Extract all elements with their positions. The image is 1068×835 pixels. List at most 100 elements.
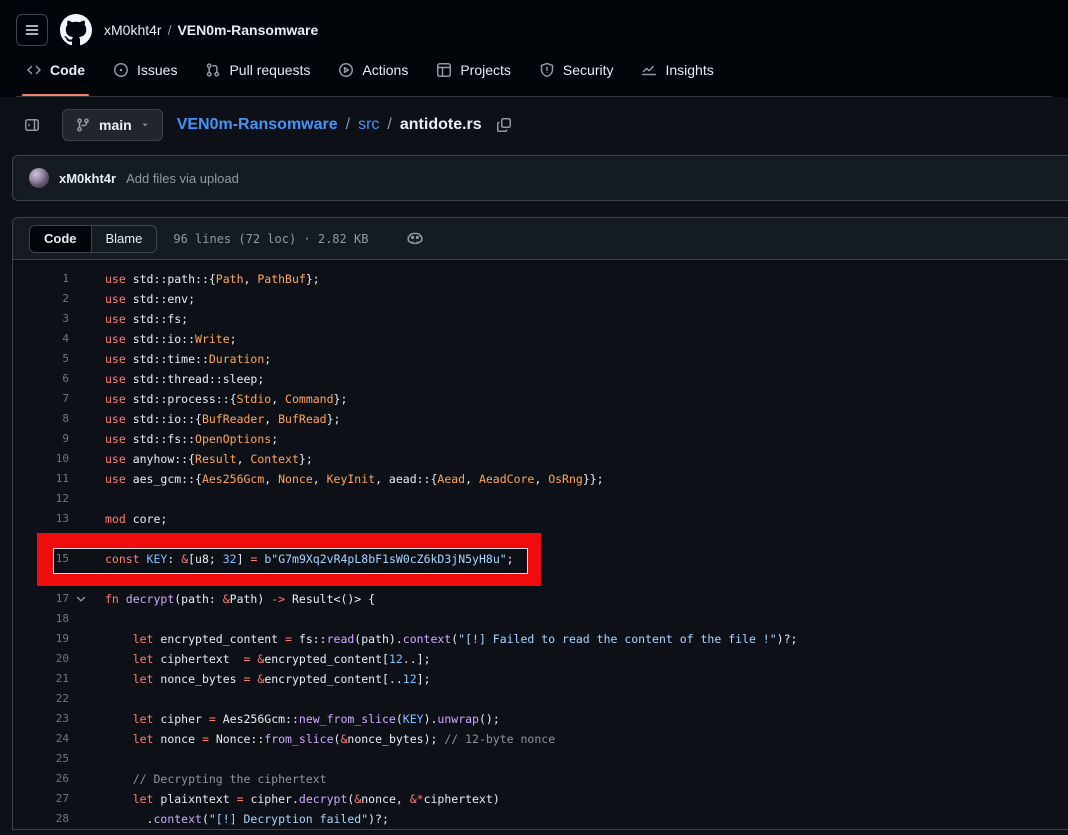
code-row: 12: [13, 489, 1068, 509]
copilot-button[interactable]: [406, 230, 424, 248]
code-row: 14: [13, 529, 1068, 549]
code-row: 16: [13, 569, 1068, 589]
line-number[interactable]: 6: [13, 369, 69, 389]
hamburger-menu-button[interactable]: [16, 14, 48, 46]
copy-icon: [496, 117, 512, 133]
fold-spacer: [69, 709, 93, 729]
line-number[interactable]: 14: [13, 529, 69, 549]
breadcrumb-dir-link[interactable]: src: [358, 116, 379, 134]
breadcrumb-file-name: antidote.rs: [400, 116, 482, 134]
tab-issues[interactable]: Issues: [103, 56, 187, 96]
commit-author-link[interactable]: xM0kht4r: [59, 171, 116, 186]
github-logo-icon: [60, 14, 92, 46]
avatar[interactable]: [29, 168, 49, 188]
line-number[interactable]: 24: [13, 729, 69, 749]
line-number[interactable]: 17: [13, 589, 69, 609]
branch-name: main: [99, 117, 132, 133]
triangle-down-icon: [140, 120, 150, 130]
tab-insights[interactable]: Insights: [631, 56, 723, 96]
github-logo[interactable]: [60, 14, 92, 46]
code-toolbar: Code Blame 96 lines (72 loc) · 2.82 KB: [13, 218, 1068, 260]
line-number[interactable]: 21: [13, 669, 69, 689]
tab-actions[interactable]: Actions: [328, 56, 418, 96]
commit-message-link[interactable]: Add files via upload: [126, 171, 239, 186]
code-line: const KEY: &[u8; 32] = b"G7m9Xq2vR4pL8bF…: [93, 549, 514, 569]
line-number[interactable]: 25: [13, 749, 69, 769]
code-row: 5 use std::time::Duration;: [13, 349, 1068, 369]
repo-name-link[interactable]: VEN0m-Ransomware: [177, 22, 318, 38]
line-number[interactable]: 10: [13, 449, 69, 469]
code-line: mod core;: [93, 509, 167, 529]
code-line: let cipher = Aes256Gcm::new_from_slice(K…: [93, 709, 500, 729]
sidebar-toggle-button[interactable]: [16, 109, 48, 141]
code-row: 9 use std::fs::OpenOptions;: [13, 429, 1068, 449]
code-row: 26 // Decrypting the ciphertext: [13, 769, 1068, 789]
fold-chevron-down-icon[interactable]: [69, 589, 93, 609]
git-pull-request-icon: [205, 62, 221, 78]
line-number[interactable]: 20: [13, 649, 69, 669]
line-number[interactable]: 7: [13, 389, 69, 409]
line-number[interactable]: 22: [13, 689, 69, 709]
code-row: 6use std::thread::sleep;: [13, 369, 1068, 389]
line-number[interactable]: 2: [13, 289, 69, 309]
repo-title: xM0kht4r / VEN0m-Ransomware: [104, 22, 318, 38]
line-number[interactable]: 3: [13, 309, 69, 329]
line-number[interactable]: 1: [13, 269, 69, 289]
repo-owner-link[interactable]: xM0kht4r: [104, 22, 162, 38]
tab-projects[interactable]: Projects: [426, 56, 521, 96]
copy-path-button[interactable]: [492, 113, 516, 137]
fold-spacer: [69, 409, 93, 429]
fold-spacer: [69, 489, 93, 509]
line-number[interactable]: 11: [13, 469, 69, 489]
code-line: use std::time::Duration;: [93, 349, 271, 369]
code-view-button[interactable]: Code: [30, 226, 92, 252]
line-number[interactable]: 28: [13, 809, 69, 829]
line-number[interactable]: 18: [13, 609, 69, 629]
tab-pull-requests[interactable]: Pull requests: [195, 56, 320, 96]
tab-security[interactable]: Security: [529, 56, 624, 96]
fold-spacer: [69, 609, 93, 629]
code-row: 7use std::process::{Stdio, Command};: [13, 389, 1068, 409]
code-line: let plaixntext = cipher.decrypt(&nonce, …: [93, 789, 500, 809]
breadcrumb-repo-link[interactable]: VEN0m-Ransomware: [177, 116, 338, 134]
code-line: use std::io::Write;: [93, 329, 237, 349]
code-line: use aes_gcm::{Aes256Gcm, Nonce, KeyInit,…: [93, 469, 604, 489]
code-row: 3use std::fs;: [13, 309, 1068, 329]
copilot-icon: [406, 230, 424, 248]
line-number[interactable]: 9: [13, 429, 69, 449]
fold-spacer: [69, 549, 93, 569]
line-number[interactable]: 4: [13, 329, 69, 349]
code-line: use std::path::{Path, PathBuf};: [93, 269, 320, 289]
line-number[interactable]: 19: [13, 629, 69, 649]
code-line: use std::fs::OpenOptions;: [93, 429, 278, 449]
code-line: let nonce = Nonce::from_slice(&nonce_byt…: [93, 729, 555, 749]
line-number[interactable]: 12: [13, 489, 69, 509]
line-number[interactable]: 8: [13, 409, 69, 429]
line-number[interactable]: 5: [13, 349, 69, 369]
code-row: 8use std::io::{BufReader, BufRead};: [13, 409, 1068, 429]
line-number[interactable]: 27: [13, 789, 69, 809]
breadcrumb: VEN0m-Ransomware / src / antidote.rs: [177, 113, 516, 137]
line-number[interactable]: 26: [13, 769, 69, 789]
code-row: 2use std::env;: [13, 289, 1068, 309]
code-line: .context("[!] Decryption failed")?;: [93, 809, 389, 829]
code-row: 15 const KEY: &[u8; 32] = b"G7m9Xq2vR4pL8…: [13, 549, 1068, 569]
line-number[interactable]: 13: [13, 509, 69, 529]
app-header: xM0kht4r / VEN0m-Ransomware Code Issues: [0, 0, 1068, 97]
code-icon: [26, 62, 42, 78]
line-number[interactable]: 15: [13, 549, 69, 569]
tab-pull-requests-label: Pull requests: [229, 62, 310, 78]
fold-spacer: [69, 309, 93, 329]
code-row: 28 .context("[!] Decryption failed")?;: [13, 809, 1068, 829]
blame-view-button[interactable]: Blame: [92, 226, 157, 252]
branch-selector-button[interactable]: main: [62, 109, 163, 141]
fold-spacer: [69, 629, 93, 649]
line-number[interactable]: 23: [13, 709, 69, 729]
fold-spacer: [69, 729, 93, 749]
line-number[interactable]: 16: [13, 569, 69, 589]
code-blame-switch: Code Blame: [29, 225, 157, 253]
git-branch-icon: [75, 117, 91, 133]
code-body: 1use std::path::{Path, PathBuf};2use std…: [13, 260, 1068, 829]
tab-code[interactable]: Code: [16, 56, 95, 96]
code-line: [93, 609, 105, 629]
